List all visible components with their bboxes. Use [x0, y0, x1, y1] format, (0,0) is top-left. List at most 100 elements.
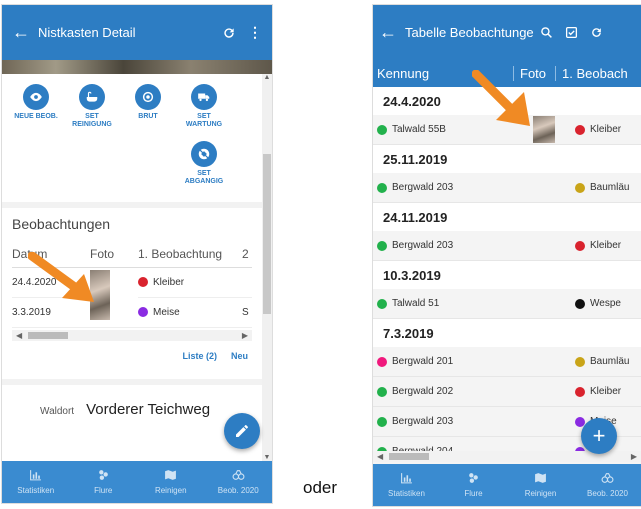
checkbox-icon[interactable] [565, 26, 578, 39]
status-dot [377, 416, 387, 427]
action-eye-button[interactable]: NEUE BEOB. [8, 84, 64, 129]
nav-item-map[interactable]: Reinigen [137, 461, 205, 503]
scroll-down-icon[interactable]: ▼ [262, 454, 272, 461]
plus-icon: + [592, 423, 606, 448]
species-dot [138, 307, 148, 318]
edit-fab[interactable] [224, 413, 260, 449]
new-link[interactable]: Neu [231, 351, 248, 361]
orange-arrow-annotation [28, 252, 94, 302]
nav-label: Beob. 2020 [587, 489, 628, 498]
row-extra: S [242, 297, 252, 328]
binoculars-icon [601, 472, 614, 487]
refresh-icon[interactable] [590, 26, 603, 39]
status-dot [377, 124, 387, 135]
nav-label: Statistiken [388, 489, 425, 498]
oder-text: oder [303, 478, 338, 497]
back-arrow-icon[interactable]: ← [12, 22, 30, 43]
table-row[interactable]: Bergwald 202 Kleiber [373, 377, 641, 407]
row-species: Kleiber [590, 240, 622, 251]
action-label: SET ABGANGIG [184, 170, 224, 185]
nav-item-people[interactable]: Flure [440, 464, 507, 506]
row-kennung: Bergwald 201 [392, 356, 454, 367]
scroll-right-icon[interactable]: ▶ [631, 452, 637, 461]
species-dot [575, 298, 585, 309]
search-icon[interactable] [540, 26, 553, 39]
bottom-navigation: Statistiken Flure Reinigen Beob. 2020 [373, 464, 641, 506]
status-dot [377, 356, 387, 367]
status-dot [377, 386, 387, 397]
action-truck-button[interactable]: SET WARTUNG [176, 84, 232, 129]
action-bathtub-button[interactable]: SET REINIGUNG [64, 84, 120, 129]
row-species: Kleiber [590, 386, 622, 397]
nav-item-binoculars[interactable]: Beob. 2020 [205, 461, 273, 503]
scrollbar-thumb[interactable] [389, 453, 430, 460]
action-label: NEUE BEOB. [14, 113, 58, 120]
scroll-up-icon[interactable]: ▲ [262, 74, 272, 81]
species-dot [575, 182, 585, 193]
action-label: SET WARTUNG [185, 113, 223, 128]
app-bar: ← Tabelle Beobachtunge [373, 5, 641, 60]
species-dot [575, 124, 585, 135]
col-2[interactable]: 2 [242, 242, 252, 268]
group-date-header: 24.11.2019 [383, 209, 448, 225]
bottom-navigation: Statistiken Flure Reinigen Beob. 2020 [2, 461, 272, 503]
refresh-icon[interactable] [222, 26, 236, 40]
waldort-label: Waldort [40, 406, 75, 417]
nav-label: Flure [464, 489, 483, 498]
bathtub-icon [79, 84, 105, 110]
nav-label: Flure [94, 486, 113, 495]
nestbox-header-image [2, 60, 272, 74]
table-row[interactable]: Talwald 51 Wespe [373, 289, 641, 319]
location-section: Waldort Vorderer Teichweg [2, 379, 262, 418]
app-bar-title: Nistkasten Detail [38, 25, 136, 40]
back-arrow-icon[interactable]: ← [379, 22, 397, 43]
action-label: SET REINIGUNG [72, 113, 112, 128]
row-kennung: Bergwald 203 [392, 240, 454, 251]
nav-item-people[interactable]: Flure [70, 461, 138, 503]
nav-item-map[interactable]: Reinigen [507, 464, 574, 506]
nav-item-binoculars[interactable]: Beob. 2020 [574, 464, 641, 506]
row-species: Baumläu [590, 182, 630, 193]
group-date-header: 25.11.2019 [383, 151, 448, 167]
table-row[interactable]: Bergwald 203 Baumläu [373, 173, 641, 203]
map-icon [534, 472, 547, 487]
row-kennung: Bergwald 203 [392, 182, 454, 193]
chart-icon [29, 469, 42, 484]
scroll-left-icon[interactable]: ◀ [16, 331, 22, 340]
row-species: Baumläu [590, 356, 630, 367]
scrollbar-thumb[interactable] [28, 332, 69, 339]
species-dot [575, 386, 585, 397]
photo-thumbnail[interactable] [533, 116, 555, 143]
nav-label: Reinigen [524, 489, 557, 498]
row-kennung: Bergwald 202 [392, 386, 454, 397]
list-link[interactable]: Liste (2) [182, 351, 217, 361]
species-dot [575, 240, 585, 251]
scrollbar-thumb[interactable] [263, 154, 271, 314]
nav-label: Reinigen [154, 486, 187, 495]
scroll-right-icon[interactable]: ▶ [242, 331, 248, 340]
horizontal-scrollbar[interactable]: ◀ ▶ [12, 330, 252, 341]
truck-icon [191, 84, 217, 110]
orange-arrow-annotation [472, 70, 530, 126]
action-buttons: NEUE BEOB. SET REINIGUNG BRUT SET WARTUNG SE… [2, 74, 262, 198]
vertical-scrollbar[interactable]: ▲ ▼ [262, 74, 272, 461]
scroll-left-icon[interactable]: ◀ [377, 452, 383, 461]
action-nest-button[interactable]: BRUT [120, 84, 176, 129]
row-kennung: Talwald 51 [392, 298, 440, 309]
nest-icon [135, 84, 161, 110]
add-fab[interactable]: + [581, 418, 617, 454]
table-row[interactable]: Bergwald 203 Kleiber [373, 231, 641, 261]
table-row[interactable]: Bergwald 201 Baumläu [373, 347, 641, 377]
people-icon [97, 469, 110, 484]
action-missing-button[interactable]: SET ABGANGIG [176, 141, 232, 186]
nav-label: Beob. 2020 [217, 486, 259, 495]
chart-icon [400, 472, 413, 487]
col-beobachtung[interactable]: 1. Beobach [555, 66, 628, 81]
nav-item-chart[interactable]: Statistiken [373, 464, 440, 506]
col-beobachtung[interactable]: 1. Beobachtung [138, 242, 242, 268]
nav-item-chart[interactable]: Statistiken [2, 461, 70, 503]
more-menu-icon[interactable]: ⋮ [248, 24, 262, 41]
row-kennung: Talwald 55B [392, 124, 446, 135]
action-label: BRUT [138, 113, 158, 120]
status-dot [377, 240, 387, 251]
